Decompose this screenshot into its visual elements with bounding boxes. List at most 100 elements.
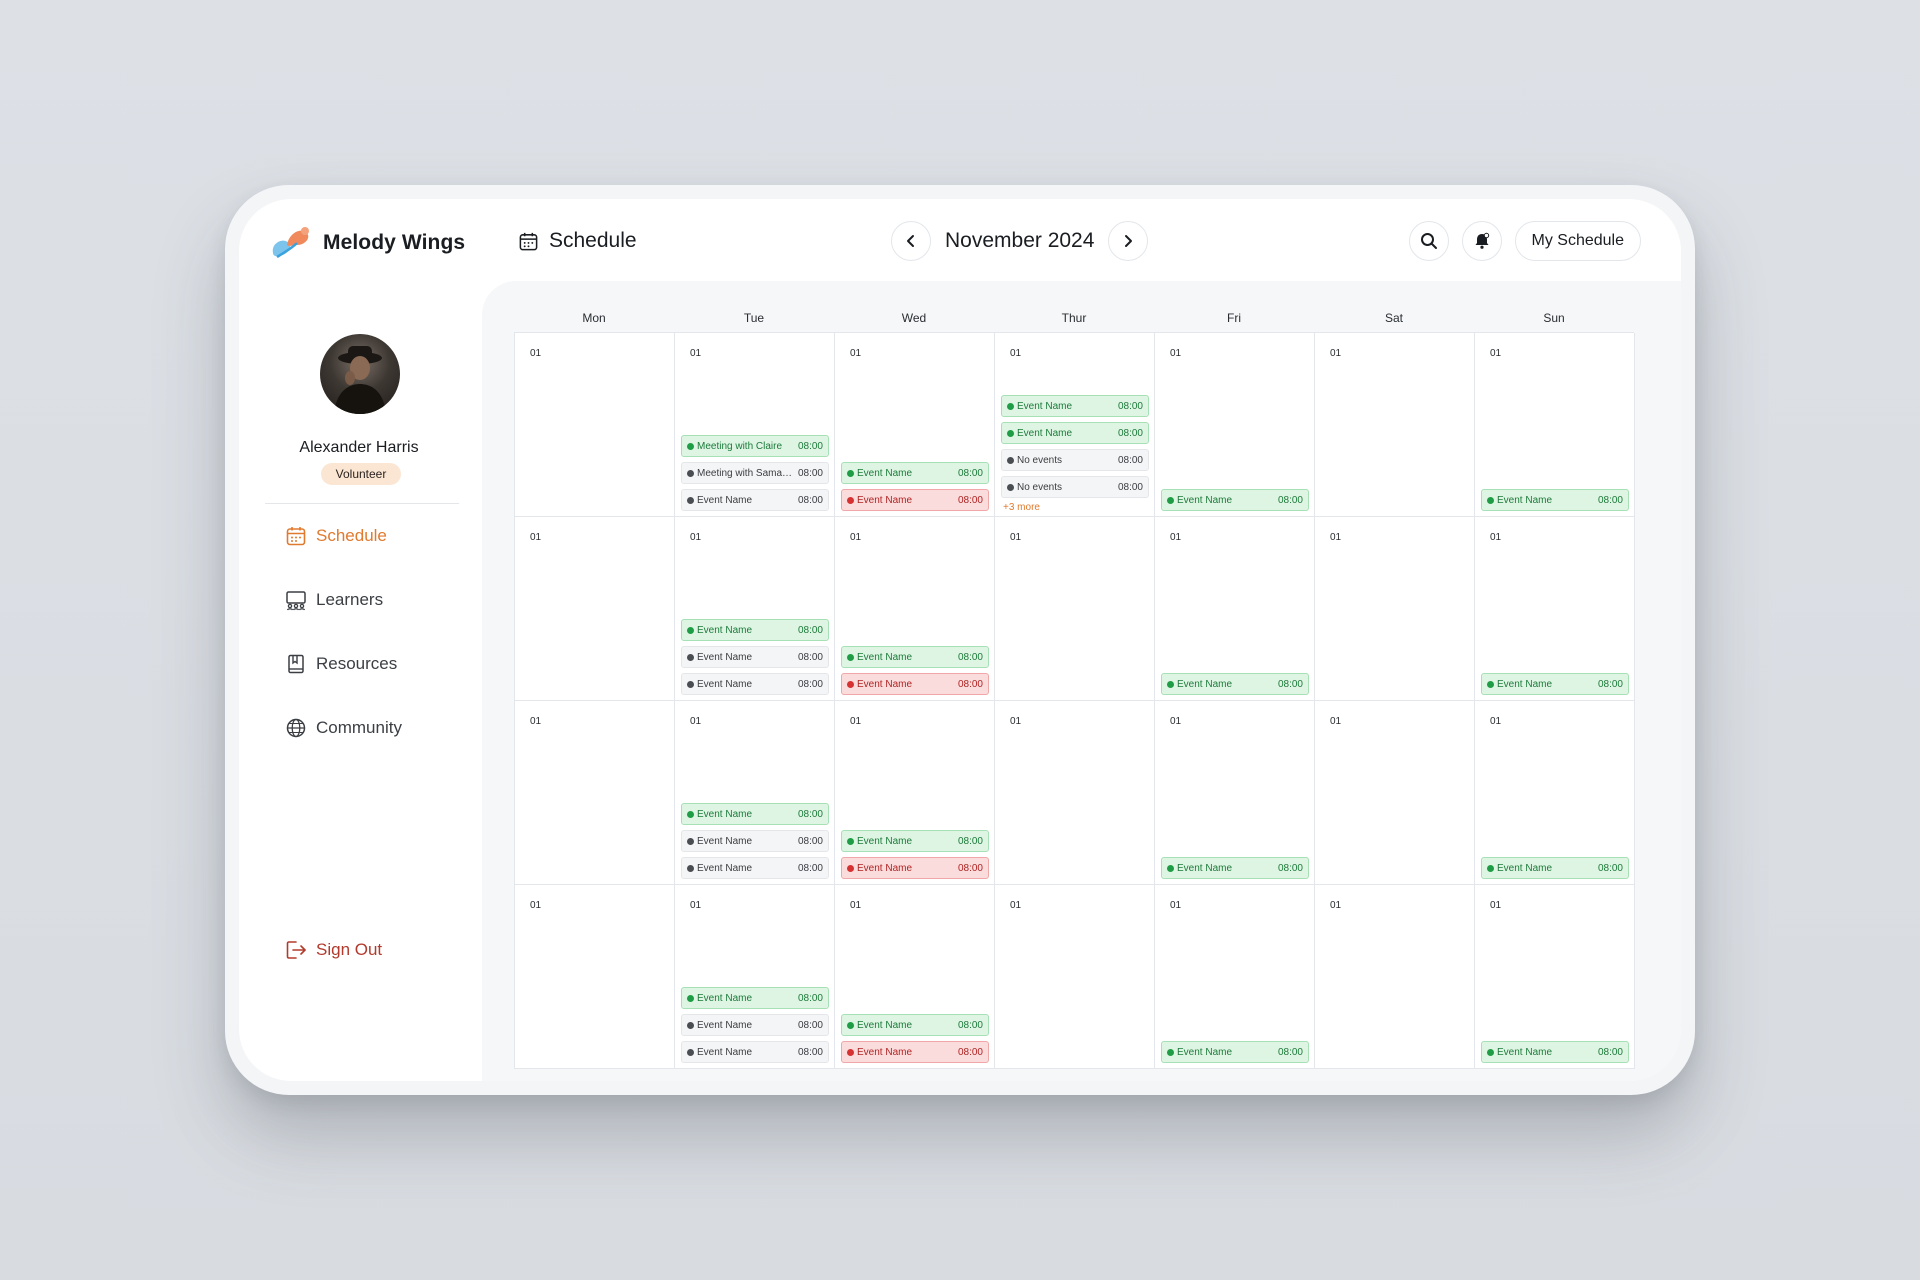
event-chip[interactable]: No events 08:00 (1001, 476, 1149, 498)
event-chip[interactable]: Event Name 08:00 (1481, 673, 1629, 695)
event-chip[interactable]: Event Name 08:00 (1481, 1041, 1629, 1063)
event-chip[interactable]: Event Name 08:00 (1161, 673, 1309, 695)
event-chip[interactable]: Event Name 08:00 (1161, 489, 1309, 511)
day-number: 01 (1170, 532, 1182, 543)
event-chip[interactable]: Event Name 08:00 (841, 646, 989, 668)
day-number: 01 (530, 532, 542, 543)
day-cell[interactable]: 01 Meeting with Claire 08:00 Meeting with S… (675, 333, 835, 517)
day-cell[interactable]: 01 Event Name 08:00 (1155, 333, 1315, 517)
bell-icon (1475, 232, 1489, 249)
day-cell[interactable]: 01 (1315, 885, 1475, 1069)
event-time: 08:00 (797, 651, 823, 663)
previous-month-button[interactable] (891, 221, 931, 261)
my-schedule-button[interactable]: My Schedule (1514, 221, 1641, 261)
event-chip[interactable]: Meeting with Claire 08:00 (681, 435, 829, 457)
sidebar-item-resources[interactable]: Resources (285, 653, 397, 675)
day-number: 01 (850, 532, 862, 543)
day-number: 01 (530, 900, 542, 911)
day-cell[interactable]: 01 Event Name 08:00 Event Name 08:00 Event Na… (675, 885, 835, 1069)
event-name: Event Name (697, 835, 753, 847)
status-dot-icon (1487, 864, 1494, 872)
next-month-button[interactable] (1108, 221, 1149, 261)
event-chip[interactable]: Event Name 08:00 (1161, 857, 1309, 879)
brand[interactable]: Melody Wings (267, 223, 465, 263)
event-chip[interactable]: Event Name 08:00 (681, 987, 829, 1009)
status-dot-icon (687, 680, 694, 688)
event-list: Event Name 08:00 Event Name 08:00 Event Name… (681, 987, 829, 1063)
day-cell[interactable]: 01 Event Name 08:00 Event Name 08:00 No event… (995, 333, 1155, 517)
day-cell[interactable]: 01 Event Name 08:00 (1155, 701, 1315, 885)
avatar[interactable] (320, 334, 400, 414)
sidebar-item-community[interactable]: Community (285, 717, 402, 739)
event-chip[interactable]: Event Name 08:00 (841, 857, 989, 879)
event-chip[interactable]: Event Name 08:00 (681, 803, 829, 825)
event-chip[interactable]: Event Name 08:00 (1161, 1041, 1309, 1063)
day-cell[interactable]: 01 Event Name 08:00 (1475, 517, 1635, 701)
event-chip[interactable]: Event Name 08:00 (681, 1041, 829, 1063)
day-cell[interactable]: 01 Event Name 08:00 Event Name 08:00 Event Na… (675, 517, 835, 701)
event-list: Event Name 08:00 Event Name 08:00 Event Name… (681, 619, 829, 695)
event-list: Event Name 08:00 (1161, 673, 1309, 695)
notifications-button[interactable] (1461, 221, 1502, 261)
day-cell[interactable]: 01 Event Name 08:00 Event Name 08:00 (835, 517, 995, 701)
event-chip[interactable]: Event Name 08:00 (841, 1041, 989, 1063)
day-cell[interactable]: 01 (995, 517, 1155, 701)
day-number: 01 (850, 900, 862, 911)
sidebar-item-learners[interactable]: Learners (285, 589, 383, 611)
event-name: Event Name (1497, 862, 1553, 874)
day-cell[interactable]: 01 (1315, 701, 1475, 885)
day-cell[interactable]: 01 (995, 701, 1155, 885)
day-cell[interactable]: 01 (515, 517, 675, 701)
melody-wings-logo-icon (272, 227, 309, 259)
event-chip[interactable]: Event Name 08:00 (1481, 857, 1629, 879)
event-chip[interactable]: Event Name 08:00 (681, 646, 829, 668)
day-cell[interactable]: 01 Event Name 08:00 Event Name 08:00 (835, 885, 995, 1069)
day-cell[interactable]: 01 (995, 885, 1155, 1069)
event-chip[interactable]: Event Name 08:00 (841, 830, 989, 852)
event-chip[interactable]: Event Name 08:00 (1481, 489, 1629, 511)
sidebar-item-label: Schedule (316, 526, 387, 545)
event-chip[interactable]: Event Name 08:00 (681, 489, 829, 511)
event-chip[interactable]: Event Name 08:00 (841, 673, 989, 695)
day-cell[interactable]: 01 Event Name 08:00 (1475, 333, 1635, 517)
day-cell[interactable]: 01 (515, 885, 675, 1069)
day-cell[interactable]: 01 Event Name 08:00 (1155, 885, 1315, 1069)
event-chip[interactable]: Event Name 08:00 (681, 673, 829, 695)
sign-out-button[interactable]: Sign Out (285, 939, 382, 961)
day-cell[interactable]: 01 Event Name 08:00 (1475, 701, 1635, 885)
event-list: Event Name 08:00 Event Name 08:00 (841, 462, 989, 511)
event-chip[interactable]: Event Name 08:00 (841, 1014, 989, 1036)
app-name: Melody Wings (323, 231, 466, 254)
status-dot-icon (687, 864, 694, 872)
day-cell[interactable]: 01 (515, 333, 675, 517)
day-cell[interactable]: 01 Event Name 08:00 (1155, 517, 1315, 701)
event-chip[interactable]: Event Name 08:00 (681, 1014, 829, 1036)
sidebar-item-schedule[interactable]: Schedule (285, 525, 387, 547)
event-name: Event Name (1017, 427, 1073, 439)
more-events-link[interactable]: +3 more (1001, 503, 1149, 513)
status-dot-icon (1487, 496, 1494, 504)
event-chip[interactable]: Event Name 08:00 (681, 857, 829, 879)
day-cell[interactable]: 01 (1315, 333, 1475, 517)
app-screen: Melody Wings Schedule November 2024 My S… (239, 199, 1681, 1081)
event-name: Event Name (697, 651, 753, 663)
day-cell[interactable]: 01 Event Name 08:00 Event Name 08:00 (835, 701, 995, 885)
event-chip[interactable]: Event Name 08:00 (841, 489, 989, 511)
day-cell[interactable]: 01 Event Name 08:00 Event Name 08:00 (835, 333, 995, 517)
event-chip[interactable]: No events 08:00 (1001, 449, 1149, 471)
day-cell[interactable]: 01 (515, 701, 675, 885)
sidebar-item-label: Learners (316, 590, 384, 609)
event-chip[interactable]: Event Name 08:00 (1001, 422, 1149, 444)
search-button[interactable] (1408, 221, 1449, 261)
event-chip[interactable]: Meeting with Samantha 08:00 (681, 462, 829, 484)
event-chip[interactable]: Event Name 08:00 (681, 619, 829, 641)
event-chip[interactable]: Event Name 08:00 (841, 462, 989, 484)
day-cell[interactable]: 01 (1315, 517, 1475, 701)
calendar-icon (519, 232, 538, 250)
day-cell[interactable]: 01 Event Name 08:00 Event Name 08:00 Event Na… (675, 701, 835, 885)
event-chip[interactable]: Event Name 08:00 (1001, 395, 1149, 417)
status-dot-icon (847, 837, 854, 845)
day-cell[interactable]: 01 Event Name 08:00 (1475, 885, 1635, 1069)
day-number: 01 (1490, 348, 1502, 359)
event-chip[interactable]: Event Name 08:00 (681, 830, 829, 852)
